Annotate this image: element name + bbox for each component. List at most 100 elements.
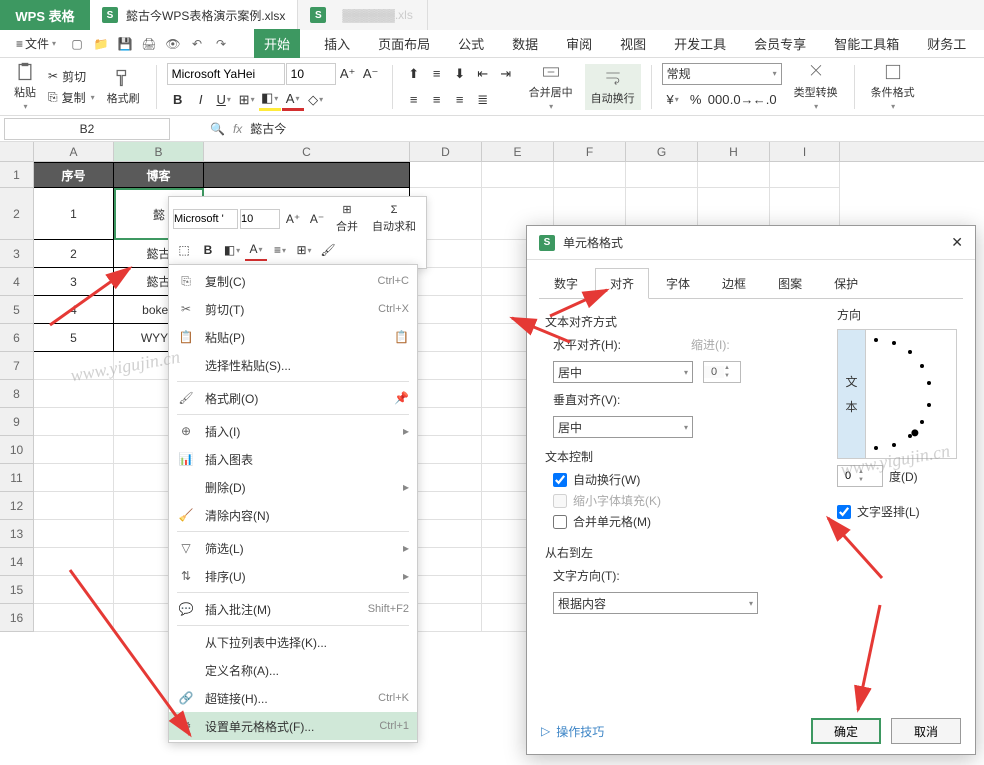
tips-link[interactable]: ▷ 操作技巧	[541, 723, 604, 740]
context-menu-item[interactable]: ⎘复制(C)Ctrl+C	[169, 267, 417, 295]
cell[interactable]	[410, 162, 482, 188]
cell[interactable]	[410, 268, 482, 296]
cell[interactable]	[410, 436, 482, 464]
dialog-tab-数字[interactable]: 数字	[539, 268, 593, 299]
context-menu-item[interactable]: 🧹清除内容(N)	[169, 501, 417, 529]
select-all-corner[interactable]	[0, 142, 34, 161]
column-header-E[interactable]: E	[482, 142, 554, 161]
redo-icon[interactable]: ↷	[210, 33, 232, 55]
cell[interactable]	[410, 464, 482, 492]
cell[interactable]	[410, 576, 482, 604]
new-icon[interactable]: ▢	[66, 33, 88, 55]
cell[interactable]	[34, 380, 114, 408]
open-icon[interactable]: 📁	[90, 33, 112, 55]
formula-value[interactable]: 懿古今	[250, 120, 286, 137]
cell[interactable]	[410, 520, 482, 548]
format-brush-button[interactable]: 格式刷	[101, 64, 146, 110]
fill-color-button[interactable]: ◧▾	[221, 239, 243, 261]
row-header-15[interactable]: 15	[0, 576, 34, 604]
number-format-select[interactable]: 常规▾	[662, 63, 782, 85]
context-menu-item[interactable]: ✂剪切(T)Ctrl+X	[169, 295, 417, 323]
decrease-font-button[interactable]: A⁻	[306, 208, 328, 230]
row-header-10[interactable]: 10	[0, 436, 34, 464]
bold-button[interactable]: B	[197, 239, 219, 261]
text-direction-select[interactable]: 根据内容▾	[553, 592, 758, 614]
row-header-2[interactable]: 2	[0, 188, 34, 240]
ok-button[interactable]: 确定	[811, 718, 881, 744]
increase-font-button[interactable]: A⁺	[282, 208, 304, 230]
halign-select[interactable]: 居中▾	[553, 361, 693, 383]
vertical-text-checkbox[interactable]: 文字竖排(L)	[837, 503, 957, 520]
distribute-button[interactable]: ≣	[472, 89, 494, 111]
mini-font-select[interactable]	[173, 209, 238, 229]
size-select[interactable]	[286, 63, 336, 85]
indent-left-button[interactable]: ⇤	[472, 63, 494, 85]
document-tab-1[interactable]: S 懿古今WPS表格演示案例.xlsx	[90, 0, 298, 30]
row-header-9[interactable]: 9	[0, 408, 34, 436]
currency-button[interactable]: ¥▾	[662, 89, 684, 111]
select-icon[interactable]: ⬚	[173, 239, 195, 261]
align-middle-button[interactable]: ≡	[426, 63, 448, 85]
merge-button[interactable]: ⊞合并	[330, 201, 364, 236]
degree-spinner[interactable]: ▲▼	[837, 465, 883, 487]
row-header-8[interactable]: 8	[0, 380, 34, 408]
search-icon[interactable]: 🔍	[210, 122, 225, 136]
border-button[interactable]: ⊞▾	[236, 89, 258, 111]
context-menu-item[interactable]: 📊插入图表	[169, 445, 417, 473]
cell[interactable]	[34, 520, 114, 548]
cell[interactable]	[410, 324, 482, 352]
cell[interactable]	[34, 548, 114, 576]
cell[interactable]	[770, 162, 840, 188]
context-menu-item[interactable]: ⊕插入(I)▸	[169, 417, 417, 445]
file-menu[interactable]: ≡文件▾	[8, 31, 64, 56]
cell[interactable]	[410, 408, 482, 436]
align-bottom-button[interactable]: ⬇	[449, 63, 471, 85]
ribbon-tab-视图[interactable]: 视图	[616, 29, 650, 58]
dialog-tab-边框[interactable]: 边框	[707, 268, 761, 299]
cell[interactable]	[626, 162, 698, 188]
document-tab-2[interactable]: S ▓▓▓▓▓▓.xls	[298, 0, 428, 30]
cell[interactable]	[410, 548, 482, 576]
column-header-D[interactable]: D	[410, 142, 482, 161]
align-left-button[interactable]: ≡	[403, 89, 425, 111]
close-button[interactable]: ✕	[951, 234, 963, 251]
row-header-1[interactable]: 1	[0, 162, 34, 188]
context-menu-item[interactable]: ⚙设置单元格格式(F)...Ctrl+1	[169, 712, 417, 740]
align-button[interactable]: ≡▾	[269, 239, 291, 261]
row-header-5[interactable]: 5	[0, 296, 34, 324]
ribbon-tab-智能工具箱[interactable]: 智能工具箱	[830, 29, 903, 58]
indent-right-button[interactable]: ⇥	[495, 63, 517, 85]
save-icon[interactable]: 💾	[114, 33, 136, 55]
ribbon-tab-审阅[interactable]: 审阅	[562, 29, 596, 58]
cell[interactable]	[698, 162, 770, 188]
border-button[interactable]: ⊞▾	[293, 239, 315, 261]
cell[interactable]	[410, 296, 482, 324]
column-header-I[interactable]: I	[770, 142, 840, 161]
paste-button[interactable]: 粘贴▾	[8, 58, 42, 115]
context-menu-item[interactable]: 📋粘贴(P)📋	[169, 323, 417, 351]
ribbon-tab-公式[interactable]: 公式	[454, 29, 488, 58]
column-header-F[interactable]: F	[554, 142, 626, 161]
cell[interactable]: 博客	[114, 162, 204, 188]
font-color-button[interactable]: A▾	[282, 89, 304, 111]
fx-icon[interactable]: fx	[233, 122, 242, 136]
row-header-11[interactable]: 11	[0, 464, 34, 492]
type-convert-button[interactable]: 类型转换▾	[788, 58, 844, 115]
column-header-C[interactable]: C	[204, 142, 410, 161]
ribbon-tab-页面布局[interactable]: 页面布局	[374, 29, 434, 58]
cell[interactable]: 4	[34, 296, 114, 324]
align-top-button[interactable]: ⬆	[403, 63, 425, 85]
column-header-B[interactable]: B	[114, 142, 204, 161]
dialog-tab-保护[interactable]: 保护	[819, 268, 873, 299]
cell[interactable]	[34, 492, 114, 520]
conditional-format-button[interactable]: 条件格式▾	[865, 58, 921, 115]
mini-size-select[interactable]	[240, 209, 280, 229]
row-header-4[interactable]: 4	[0, 268, 34, 296]
merge-center-button[interactable]: 合并居中▾	[523, 58, 579, 115]
context-menu-item[interactable]: 🖌格式刷(O)📌	[169, 384, 417, 412]
cell[interactable]	[410, 352, 482, 380]
column-header-H[interactable]: H	[698, 142, 770, 161]
cell[interactable]	[34, 464, 114, 492]
cell[interactable]	[410, 380, 482, 408]
clear-format-button[interactable]: ◇▾	[305, 89, 327, 111]
